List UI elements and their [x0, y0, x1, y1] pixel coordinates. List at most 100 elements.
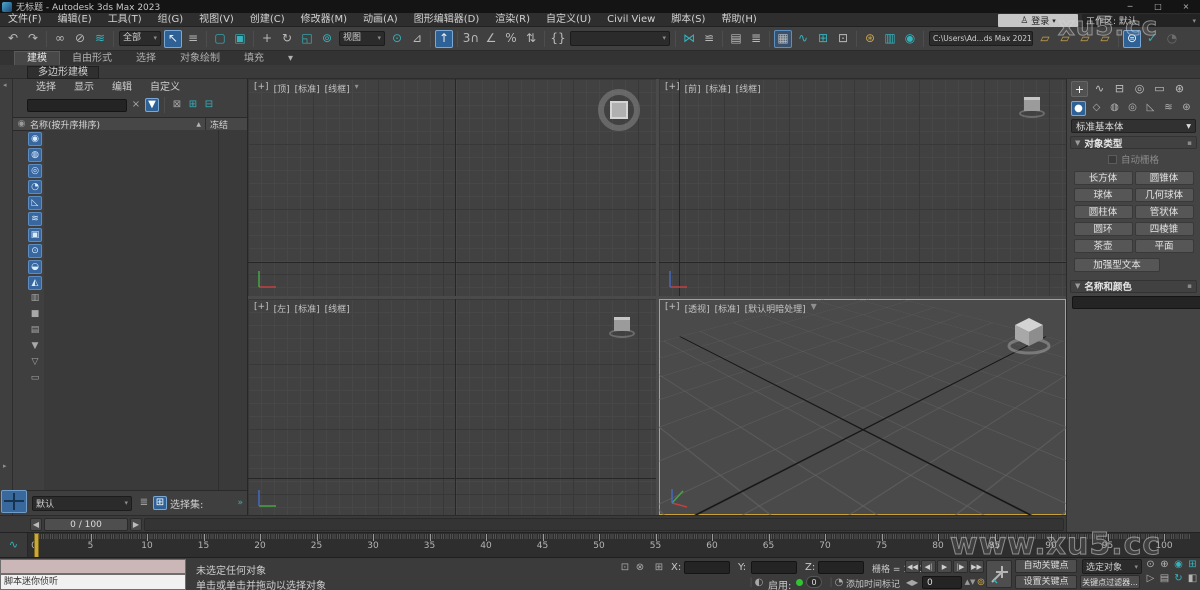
name-column-header[interactable]: 名称(按升序排序)	[30, 118, 100, 131]
viewport-left[interactable]: [+][左][标准][线框]	[248, 299, 656, 515]
ribbon-tab-modeling[interactable]: 建模	[14, 51, 60, 65]
use-center-icon[interactable]: ⊙	[388, 30, 406, 48]
display-cameras-icon[interactable]: ◔	[28, 180, 42, 194]
set-key-button[interactable]: 设置关键点	[1015, 575, 1077, 589]
track-bar[interactable]	[144, 518, 1064, 531]
primitive-category-dropdown[interactable]: 标准基本体▾	[1071, 119, 1196, 133]
display-groups-icon[interactable]: ▣	[28, 228, 42, 242]
close-icon[interactable]: ×	[1172, 0, 1200, 13]
viewcube-top-face[interactable]	[610, 101, 628, 119]
transform-typein-icon[interactable]: ⊞	[652, 561, 666, 575]
left-collapse-strip[interactable]: ◂ ▸	[0, 79, 13, 515]
play-icon[interactable]: ▶	[937, 560, 952, 573]
viewport-left-menu-1[interactable]: [左]	[274, 302, 290, 315]
ok-circle-icon[interactable]: ✓	[1143, 30, 1161, 48]
timeline-ruler[interactable]: ∿ 05101520253035404550556065707580859095…	[0, 532, 1200, 557]
kbd-override-icon[interactable]: ↑	[435, 30, 453, 48]
curve-editor-icon[interactable]: ∿	[794, 30, 812, 48]
viewport-persp-menu-2[interactable]: [标准]	[715, 302, 740, 315]
object-button-text-plus[interactable]: 加强型文本	[1074, 258, 1160, 272]
container-box-icon[interactable]: ▭	[28, 372, 42, 386]
redo-icon[interactable]: ↷	[24, 30, 42, 48]
viewport-front-menu-2[interactable]: [标准]	[706, 82, 731, 95]
menu-item-2[interactable]: 工具(T)	[100, 13, 150, 26]
ribbon-subtab-poly-modeling[interactable]: 多边形建模	[27, 66, 99, 79]
viewport-front-menu-1[interactable]: [前]	[685, 82, 701, 95]
move-icon[interactable]: +	[258, 30, 276, 48]
manipulate-icon[interactable]: ⊿	[408, 30, 426, 48]
bind-spacewarp-icon[interactable]: ≋	[91, 30, 109, 48]
menu-item-10[interactable]: 自定义(U)	[538, 13, 599, 26]
menu-item-6[interactable]: 修改器(M)	[293, 13, 355, 26]
filter-icon[interactable]: ▼	[145, 98, 159, 112]
tab-create-icon[interactable]: +	[1071, 81, 1088, 97]
viewport-left-menu-2[interactable]: [标准]	[295, 302, 320, 315]
snap-3d-icon[interactable]: 3∩	[462, 30, 480, 48]
ribbon-tab-objectpaint[interactable]: 对象绘制	[168, 52, 232, 65]
viewcube[interactable]	[1024, 97, 1040, 111]
viewport-front-menu-0[interactable]: [+]	[665, 82, 680, 95]
adaptive-degradation-icon[interactable]: ◐	[752, 576, 766, 590]
viewport-perspective[interactable]: [+][透视][标准][默认明暗处理]▼	[659, 299, 1066, 515]
explorer-preset-dropdown[interactable]: 默认▾	[32, 496, 132, 511]
viewport-top-menu-2[interactable]: [标准]	[295, 82, 320, 95]
viewport-front-menu-3[interactable]: [线框]	[736, 82, 761, 95]
display-objects-icon[interactable]: ■	[28, 308, 42, 322]
percent-snap-icon[interactable]: %	[502, 30, 520, 48]
ribbon-toggle-icon[interactable]: ▦	[774, 30, 792, 48]
folder-gear-icon[interactable]: ▱	[1036, 30, 1054, 48]
spinner-snap-icon[interactable]: ⇅	[522, 30, 540, 48]
render-setup-icon[interactable]: ⊛	[861, 30, 879, 48]
filter-simple-icon[interactable]: ▽	[28, 356, 42, 370]
next-frame-icon[interactable]: |▶	[953, 560, 968, 573]
object-name-field[interactable]	[1072, 296, 1200, 309]
place-icon[interactable]: ⊚	[318, 30, 336, 48]
collapse-tree-icon[interactable]: ⊟	[202, 98, 216, 112]
display-materials-icon[interactable]: ▥	[28, 292, 42, 306]
viewport-top-menu-3[interactable]: [线框]	[325, 82, 350, 95]
display-shapes-icon[interactable]: ◍	[28, 148, 42, 162]
frozen-column-header[interactable]: 冻结	[205, 118, 247, 131]
viewcube[interactable]	[614, 317, 630, 331]
explorer-menu-0[interactable]: 选择	[27, 81, 65, 95]
menu-item-0[interactable]: 文件(F)	[0, 13, 50, 26]
menu-item-7[interactable]: 动画(A)	[355, 13, 406, 26]
display-helpers-icon[interactable]: ◺	[28, 196, 42, 210]
viewport-filter-icon[interactable]: ▼	[811, 302, 817, 315]
zoom-icon[interactable]: ⊙	[1144, 559, 1157, 572]
ribbon-config-icon[interactable]: ▾	[276, 52, 305, 65]
display-geometry-icon[interactable]: ◉	[28, 132, 42, 146]
set-key-big-button[interactable]	[986, 560, 1012, 588]
auto-key-button[interactable]: 自动关键点	[1015, 559, 1077, 573]
selection-lock-icon[interactable]: ⊗	[633, 561, 647, 575]
object-button-1[interactable]: 圆锥体	[1135, 171, 1194, 185]
search-input[interactable]	[27, 99, 127, 112]
ref-coord-dropdown[interactable]: 视图▾	[339, 31, 385, 46]
key-mode-icon[interactable]: ◀▶	[905, 576, 919, 590]
hierarchy-view-icon[interactable]: ⊞	[153, 496, 167, 510]
scene-explorer-toggle-icon[interactable]: ▤	[727, 30, 745, 48]
selector-column-icon[interactable]: ◉	[13, 119, 30, 129]
pan-icon[interactable]: ▤	[1158, 573, 1171, 586]
zero-badge[interactable]: 0	[806, 576, 822, 588]
menu-item-3[interactable]: 组(G)	[150, 13, 192, 26]
orbit-icon[interactable]: ↻	[1172, 573, 1185, 586]
add-time-tag[interactable]: 添加时间标记	[846, 577, 900, 590]
display-layers-icon[interactable]: ▤	[28, 324, 42, 338]
key-filters-button[interactable]: 关键点过滤器...	[1080, 575, 1140, 589]
expand-tree-icon[interactable]: ⊞	[186, 98, 200, 112]
viewport-persp-menu-1[interactable]: [透视]	[685, 302, 710, 315]
menu-item-4[interactable]: 视图(V)	[191, 13, 242, 26]
ribbon-tab-populate[interactable]: 填充	[232, 52, 276, 65]
select-object-icon[interactable]: ↖	[164, 30, 182, 48]
menu-item-9[interactable]: 渲染(R)	[487, 13, 538, 26]
viewcube-compass[interactable]	[598, 89, 640, 131]
display-lights-icon[interactable]: ◎	[28, 164, 42, 178]
minimize-icon[interactable]: ─	[1116, 0, 1144, 13]
window-crossing-icon[interactable]: ▣	[231, 30, 249, 48]
selection-filter-dropdown[interactable]: 全部▾	[119, 31, 161, 46]
explorer-object-list[interactable]	[44, 130, 247, 490]
rollout-object-type[interactable]: ▼对象类型▪	[1070, 136, 1197, 149]
explorer-menu-1[interactable]: 显示	[65, 81, 103, 95]
tab-utilities-icon[interactable]: ⊛	[1171, 81, 1188, 97]
